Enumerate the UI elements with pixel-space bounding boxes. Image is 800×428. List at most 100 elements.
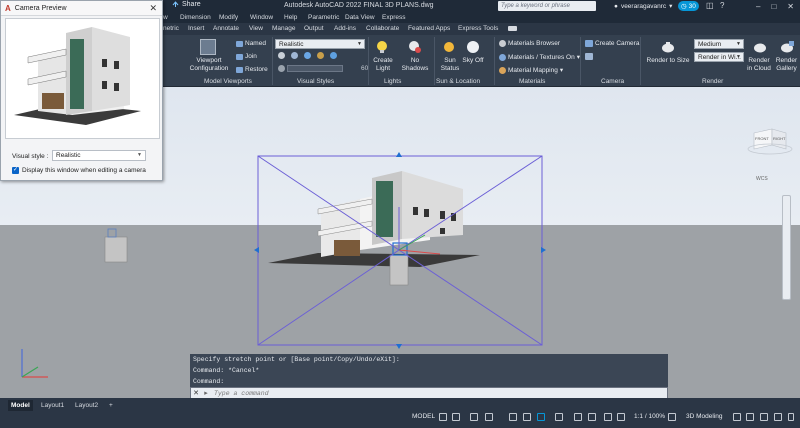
join-viewports-button[interactable]: Join — [236, 53, 257, 60]
autoscale-icon[interactable] — [588, 413, 596, 421]
create-light-button[interactable]: Create Light — [368, 57, 398, 73]
minimize-icon[interactable]: – — [756, 2, 760, 11]
gizmo-icon[interactable] — [555, 413, 563, 421]
autocad-logo-icon: A — [5, 3, 11, 13]
customize-icon[interactable]: ▸ — [201, 389, 211, 397]
annotation-visibility-icon[interactable] — [574, 413, 582, 421]
sun-icon[interactable] — [441, 39, 457, 55]
notification-badge[interactable]: ◷ 30 — [678, 1, 699, 11]
hardware-acceleration-icon[interactable] — [760, 413, 768, 421]
quick-properties-icon[interactable] — [617, 413, 625, 421]
maximize-icon[interactable]: □ — [771, 2, 776, 11]
search-box[interactable]: Type a keyword or phrase — [498, 1, 596, 11]
create-camera-button[interactable]: Create Camera — [585, 40, 639, 47]
ribbon-toggle-icon[interactable] — [508, 26, 517, 31]
annotation-scale[interactable]: 1:1 / 100% — [634, 413, 665, 420]
share-button[interactable]: Share — [172, 1, 201, 8]
render-gallery-icon[interactable] — [779, 39, 795, 55]
lock-icon[interactable] — [733, 413, 741, 421]
tab-layout1[interactable]: Layout1 — [38, 400, 67, 411]
shading-icon[interactable] — [278, 52, 285, 59]
menu-item-data-view[interactable]: Data View — [345, 14, 375, 21]
camera-display-button[interactable] — [585, 53, 593, 60]
grid-icon[interactable] — [439, 413, 447, 421]
user-menu[interactable]: ● veeraragavanrc ▾ — [614, 2, 672, 11]
tab-manage[interactable]: Manage — [272, 25, 296, 32]
render-in-cloud-button[interactable]: Render in Cloud — [745, 57, 773, 73]
tab-output[interactable]: Output — [304, 25, 324, 32]
tab-layout2[interactable]: Layout2 — [72, 400, 101, 411]
model-space-button[interactable]: MODEL — [412, 413, 435, 420]
opacity-control[interactable]: 60 — [278, 65, 368, 72]
render-cloud-icon[interactable] — [752, 39, 768, 55]
close-icon[interactable]: ✕ — [149, 3, 157, 14]
menu-item-dimension[interactable]: Dimension — [180, 14, 211, 21]
selection-cycling-icon[interactable] — [537, 413, 545, 421]
clean-screen-icon[interactable] — [774, 413, 782, 421]
display-window-checkbox[interactable]: ✓ Display this window when editing a cam… — [12, 167, 146, 174]
tab-collaborate[interactable]: Collaborate — [366, 25, 399, 32]
viewport-config-button[interactable]: Viewport Configuration — [187, 57, 231, 73]
menu-item-parametric[interactable]: Parametric — [308, 14, 339, 21]
add-layout-button[interactable]: + — [106, 400, 116, 411]
material-mapping-button[interactable]: Material Mapping ▾ — [499, 66, 563, 74]
isolate-objects-icon[interactable] — [746, 413, 754, 421]
viewport-config-icon[interactable] — [200, 39, 216, 55]
color-icon[interactable] — [330, 52, 337, 59]
tab-parametric[interactable]: netric — [163, 25, 179, 32]
lighting-icon[interactable] — [317, 52, 324, 59]
material-preview-icon[interactable] — [304, 52, 311, 59]
menu-item-help[interactable]: Help — [284, 14, 297, 21]
cart-icon[interactable]: ◫ — [706, 1, 714, 10]
visual-style-dropdown[interactable]: Realistic ▼ — [275, 39, 365, 49]
render-in-dropdown[interactable]: Render in Wi... ▼ — [694, 52, 744, 62]
close-icon[interactable]: ✕ — [787, 2, 794, 11]
render-gallery-button[interactable]: Render Gallery — [773, 57, 800, 73]
no-shadows-icon[interactable] — [406, 39, 422, 55]
tab-add-ins[interactable]: Add-ins — [334, 25, 356, 32]
no-shadows-button[interactable]: No Shadows — [399, 57, 431, 73]
ortho-icon[interactable] — [470, 413, 478, 421]
otrack-icon[interactable] — [523, 413, 531, 421]
render-quality-dropdown[interactable]: Medium ▼ — [694, 39, 744, 49]
menu-item-window[interactable]: Window — [250, 14, 273, 21]
restore-viewports-button[interactable]: Restore — [236, 66, 268, 73]
teapot-icon[interactable] — [660, 39, 676, 55]
render-to-size-button[interactable]: Render to Size — [646, 57, 690, 65]
viewcube-front-label[interactable]: FRONT — [755, 136, 769, 141]
tab-model[interactable]: Model — [8, 400, 33, 411]
lightbulb-icon[interactable] — [374, 39, 390, 55]
opacity-slider[interactable] — [287, 65, 343, 72]
checkbox-checked-icon[interactable]: ✓ — [12, 167, 19, 174]
menu-item-express[interactable]: Express — [382, 14, 405, 21]
edge-icon[interactable] — [291, 52, 298, 59]
sky-icon[interactable] — [465, 39, 481, 55]
workspace-switch[interactable]: 3D Modeling — [686, 413, 723, 420]
units-icon[interactable] — [604, 413, 612, 421]
tab-view[interactable]: View — [249, 25, 263, 32]
osnap-icon[interactable] — [509, 413, 517, 421]
tab-annotate[interactable]: Annotate — [213, 25, 239, 32]
wcs-label[interactable]: WCS — [756, 176, 768, 182]
close-icon[interactable]: ✕ — [191, 389, 201, 397]
sky-off-button[interactable]: Sky Off — [460, 57, 486, 65]
polar-icon[interactable] — [485, 413, 493, 421]
tab-insert[interactable]: Insert — [188, 25, 204, 32]
materials-textures-button[interactable]: Materials / Textures On ▾ — [499, 53, 580, 61]
snap-icon[interactable] — [452, 413, 460, 421]
help-icon[interactable]: ? — [720, 1, 724, 10]
menu-item-view[interactable]: w — [163, 14, 168, 21]
materials-browser-button[interactable]: Materials Browser — [499, 40, 560, 47]
menu-item-modify[interactable]: Modify — [219, 14, 238, 21]
divider — [580, 37, 581, 85]
tab-featured-apps[interactable]: Featured Apps — [408, 25, 450, 32]
tab-express-tools[interactable]: Express Tools — [458, 25, 498, 32]
command-input[interactable]: Type a command — [211, 390, 269, 397]
named-viewports-button[interactable]: Named — [236, 40, 266, 47]
settings-gear-icon[interactable] — [668, 413, 676, 421]
preview-visual-style-select[interactable]: Realistic ▼ — [52, 150, 146, 161]
navigation-bar[interactable] — [782, 195, 791, 300]
camera-preview-titlebar[interactable]: A Camera Preview ✕ — [1, 1, 162, 16]
customize-menu-icon[interactable] — [788, 413, 794, 421]
viewcube-right-label[interactable]: RIGHT — [773, 136, 785, 141]
